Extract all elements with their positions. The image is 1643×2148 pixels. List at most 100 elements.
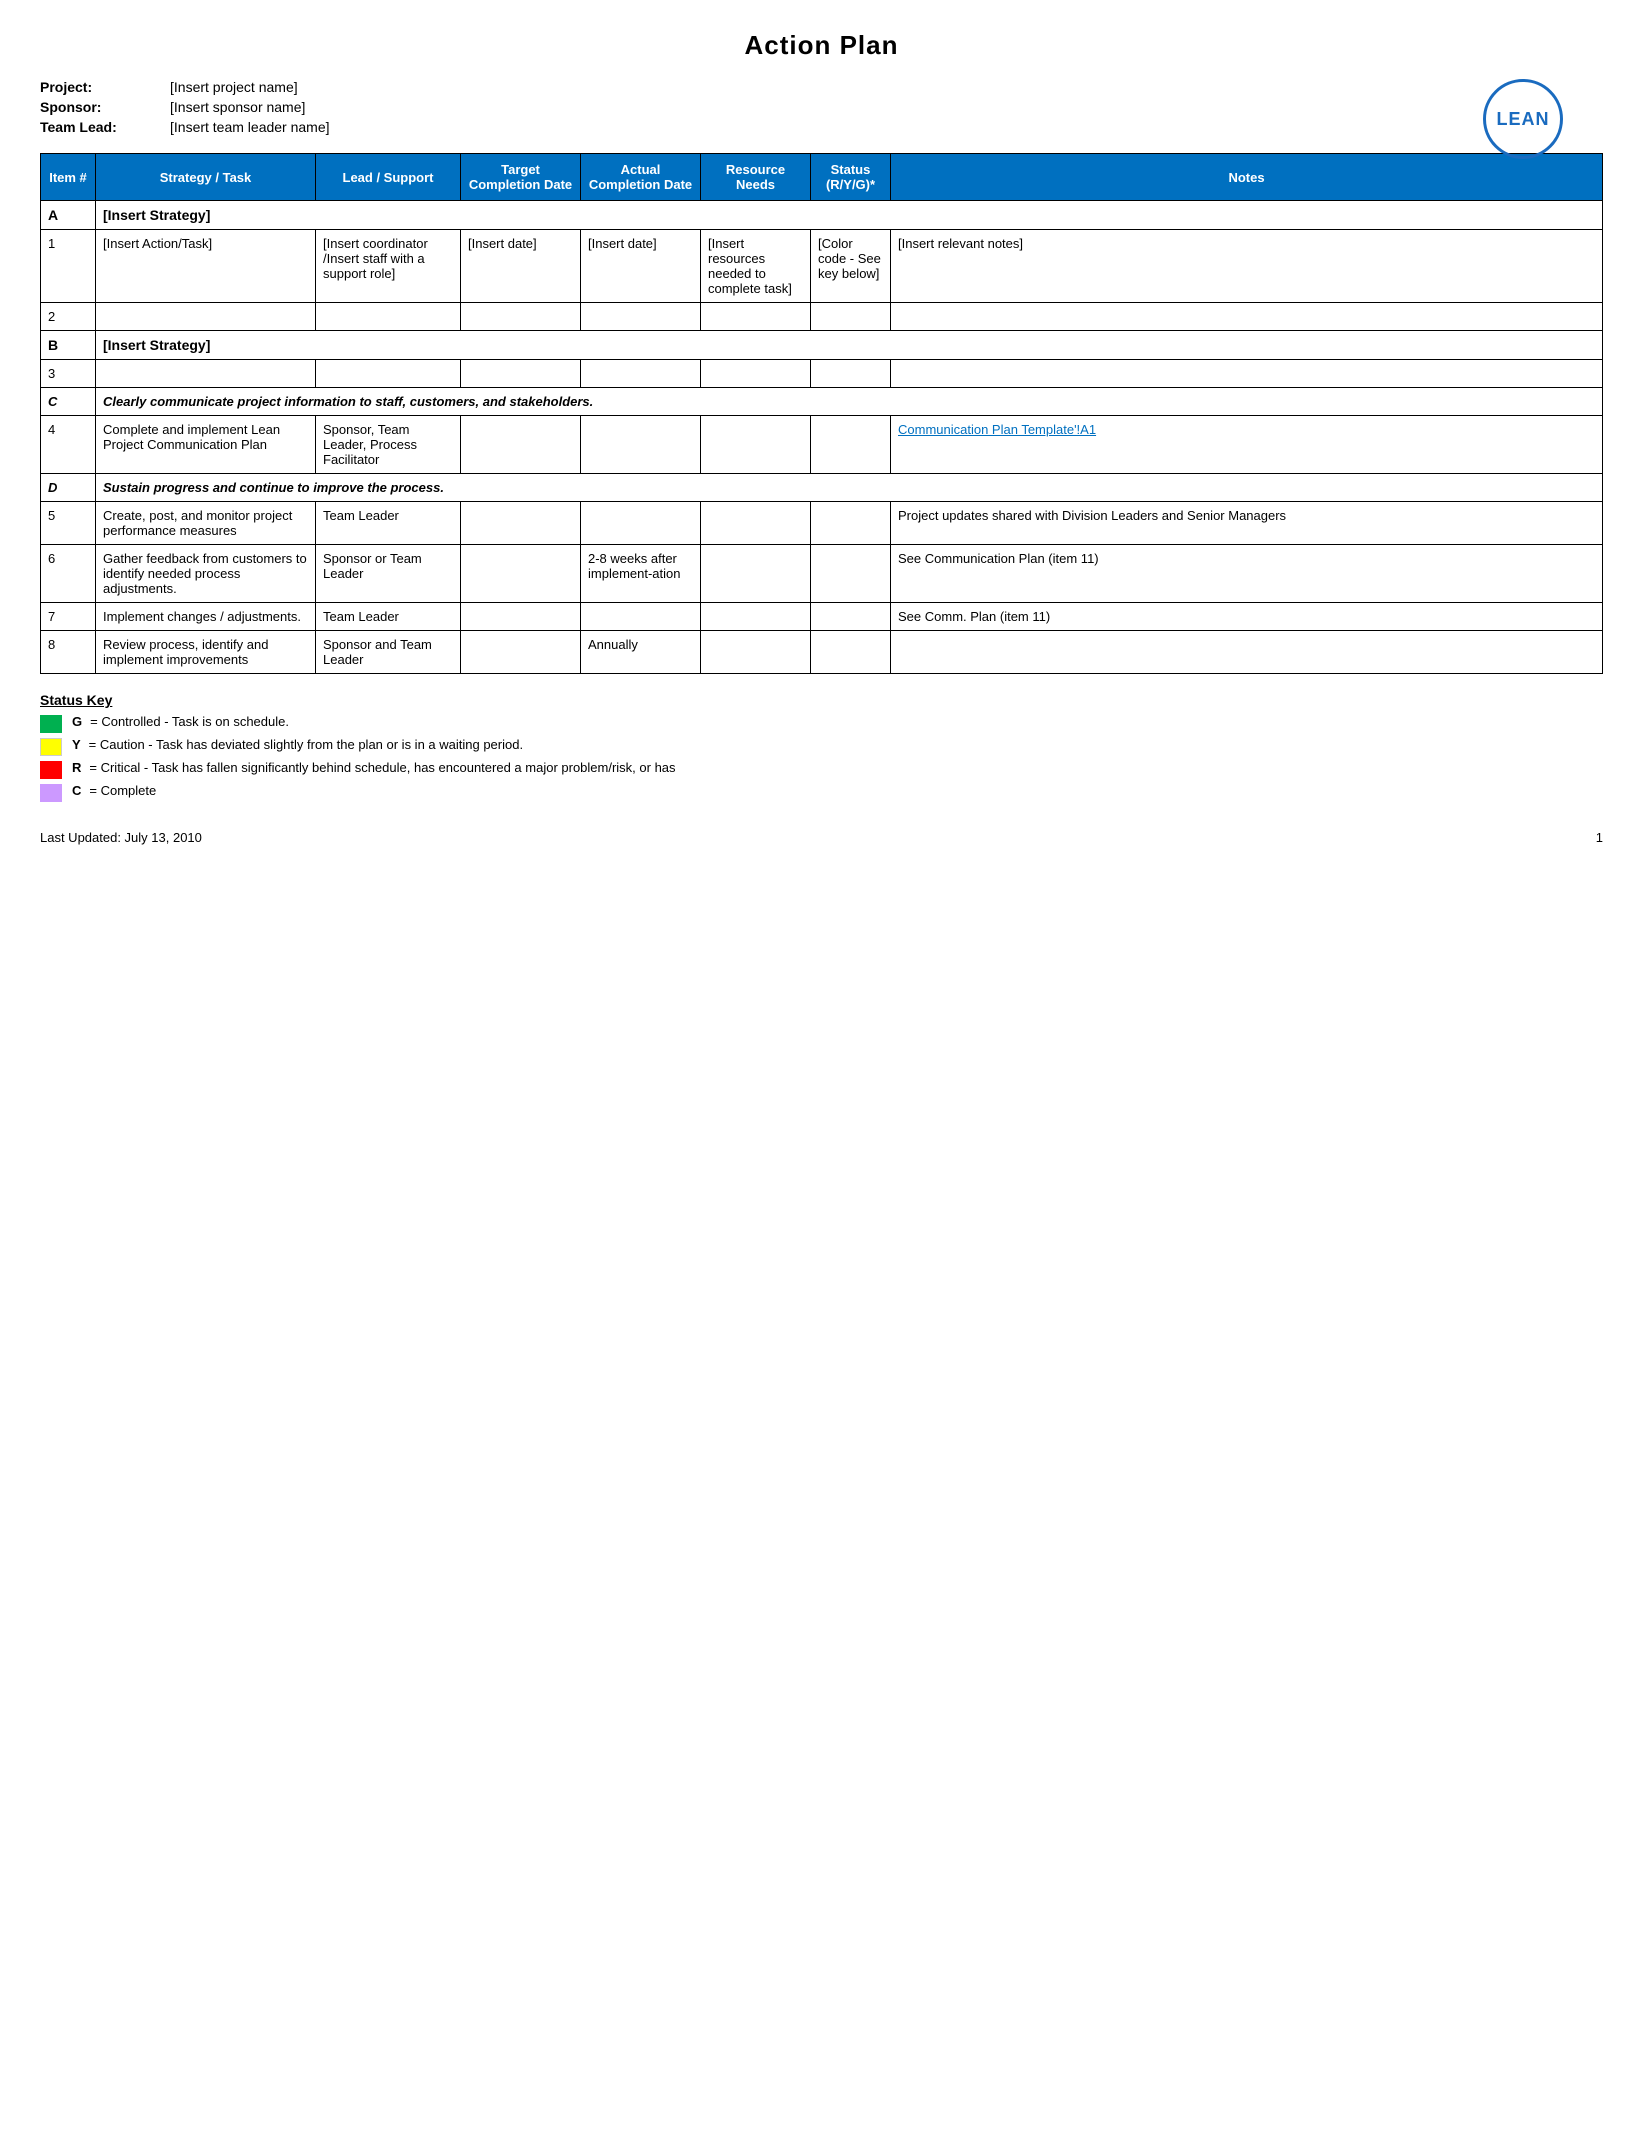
cell-lead-4: Sponsor, Team Leader, Process Facilitato… (316, 416, 461, 474)
cell-item-7: 7 (41, 603, 96, 631)
cell-strategy-4: Complete and implement Lean Project Comm… (96, 416, 316, 474)
cell-item-4: 4 (41, 416, 96, 474)
header-target: Target Completion Date (461, 154, 581, 201)
cell-lead-1: [Insert coordinator /Insert staff with a… (316, 230, 461, 303)
communication-plan-link[interactable]: Communication Plan Template'!A1 (898, 422, 1096, 437)
cell-notes-1: [Insert relevant notes] (891, 230, 1603, 303)
teamlead-value: [Insert team leader name] (170, 119, 330, 135)
status-letter-g: G (72, 714, 82, 729)
cell-item-c: C (41, 388, 96, 416)
header-item: Item # (41, 154, 96, 201)
sponsor-value: [Insert sponsor name] (170, 99, 305, 115)
cell-item-a: A (41, 201, 96, 230)
cell-actual-8: Annually (581, 631, 701, 674)
table-row: 2 (41, 303, 1603, 331)
status-letter-r: R (72, 760, 81, 775)
cell-status-2 (811, 303, 891, 331)
table-row: D Sustain progress and continue to impro… (41, 474, 1603, 502)
cell-actual-2 (581, 303, 701, 331)
table-row: 1 [Insert Action/Task] [Insert coordinat… (41, 230, 1603, 303)
page-number: 1 (1596, 830, 1603, 845)
page-title: Action Plan (40, 30, 1603, 61)
cell-desc-c: Clearly communicate project information … (96, 388, 1603, 416)
header-notes: Notes (891, 154, 1603, 201)
cell-item-2: 2 (41, 303, 96, 331)
status-color-y (40, 738, 62, 756)
table-header-row: Item # Strategy / Task Lead / Support Ta… (41, 154, 1603, 201)
status-key-title: Status Key (40, 692, 1603, 708)
cell-strategy-8: Review process, identify and implement i… (96, 631, 316, 674)
cell-strategy-7: Implement changes / adjustments. (96, 603, 316, 631)
cell-status-4 (811, 416, 891, 474)
teamlead-label: Team Lead: (40, 119, 170, 135)
cell-resource-7 (701, 603, 811, 631)
cell-target-4 (461, 416, 581, 474)
header-resource: Resource Needs (701, 154, 811, 201)
cell-resource-5 (701, 502, 811, 545)
cell-status-8 (811, 631, 891, 674)
cell-status-1: [Color code - See key below] (811, 230, 891, 303)
project-value: [Insert project name] (170, 79, 298, 95)
cell-target-8 (461, 631, 581, 674)
status-letter-c: C (72, 783, 81, 798)
table-row: 8 Review process, identify and implement… (41, 631, 1603, 674)
cell-status-7 (811, 603, 891, 631)
cell-target-2 (461, 303, 581, 331)
status-desc-r: = Critical - Task has fallen significant… (89, 760, 675, 775)
cell-actual-3 (581, 360, 701, 388)
status-letter-y: Y (72, 737, 81, 752)
cell-actual-7 (581, 603, 701, 631)
cell-status-3 (811, 360, 891, 388)
footer: Last Updated: July 13, 2010 1 (40, 830, 1603, 845)
cell-lead-8: Sponsor and Team Leader (316, 631, 461, 674)
last-updated: Last Updated: July 13, 2010 (40, 830, 202, 845)
cell-strategy-1: [Insert Action/Task] (96, 230, 316, 303)
cell-strategy-a: [Insert Strategy] (96, 201, 1603, 230)
status-key-row-r: R = Critical - Task has fallen significa… (40, 760, 1603, 779)
status-key-row-y: Y = Caution - Task has deviated slightly… (40, 737, 1603, 756)
header-strategy: Strategy / Task (96, 154, 316, 201)
cell-item-1: 1 (41, 230, 96, 303)
cell-lead-3 (316, 360, 461, 388)
cell-target-7 (461, 603, 581, 631)
cell-actual-6: 2-8 weeks after implement-ation (581, 545, 701, 603)
table-row: 4 Complete and implement Lean Project Co… (41, 416, 1603, 474)
cell-desc-d: Sustain progress and continue to improve… (96, 474, 1603, 502)
cell-strategy-3 (96, 360, 316, 388)
status-key: Status Key G = Controlled - Task is on s… (40, 692, 1603, 802)
table-row: A [Insert Strategy] (41, 201, 1603, 230)
table-row: 3 (41, 360, 1603, 388)
cell-strategy-5: Create, post, and monitor project perfor… (96, 502, 316, 545)
cell-lead-2 (316, 303, 461, 331)
cell-notes-2 (891, 303, 1603, 331)
sponsor-label: Sponsor: (40, 99, 170, 115)
cell-target-6 (461, 545, 581, 603)
status-color-g (40, 715, 62, 733)
cell-item-6: 6 (41, 545, 96, 603)
cell-notes-7: See Comm. Plan (item 11) (891, 603, 1603, 631)
cell-resource-4 (701, 416, 811, 474)
table-row: 5 Create, post, and monitor project perf… (41, 502, 1603, 545)
table-row: C Clearly communicate project informatio… (41, 388, 1603, 416)
table-row: B [Insert Strategy] (41, 331, 1603, 360)
cell-resource-1: [Insert resources needed to complete tas… (701, 230, 811, 303)
cell-notes-4: Communication Plan Template'!A1 (891, 416, 1603, 474)
cell-strategy-b: [Insert Strategy] (96, 331, 1603, 360)
cell-notes-8 (891, 631, 1603, 674)
table-row: 7 Implement changes / adjustments. Team … (41, 603, 1603, 631)
cell-actual-4 (581, 416, 701, 474)
cell-notes-3 (891, 360, 1603, 388)
cell-strategy-2 (96, 303, 316, 331)
cell-notes-5: Project updates shared with Division Lea… (891, 502, 1603, 545)
header-lead: Lead / Support (316, 154, 461, 201)
status-color-c (40, 784, 62, 802)
header-actual: Actual Completion Date (581, 154, 701, 201)
cell-lead-5: Team Leader (316, 502, 461, 545)
cell-resource-8 (701, 631, 811, 674)
cell-item-d: D (41, 474, 96, 502)
cell-resource-6 (701, 545, 811, 603)
action-plan-table: Item # Strategy / Task Lead / Support Ta… (40, 153, 1603, 674)
cell-target-1: [Insert date] (461, 230, 581, 303)
cell-lead-7: Team Leader (316, 603, 461, 631)
cell-item-b: B (41, 331, 96, 360)
